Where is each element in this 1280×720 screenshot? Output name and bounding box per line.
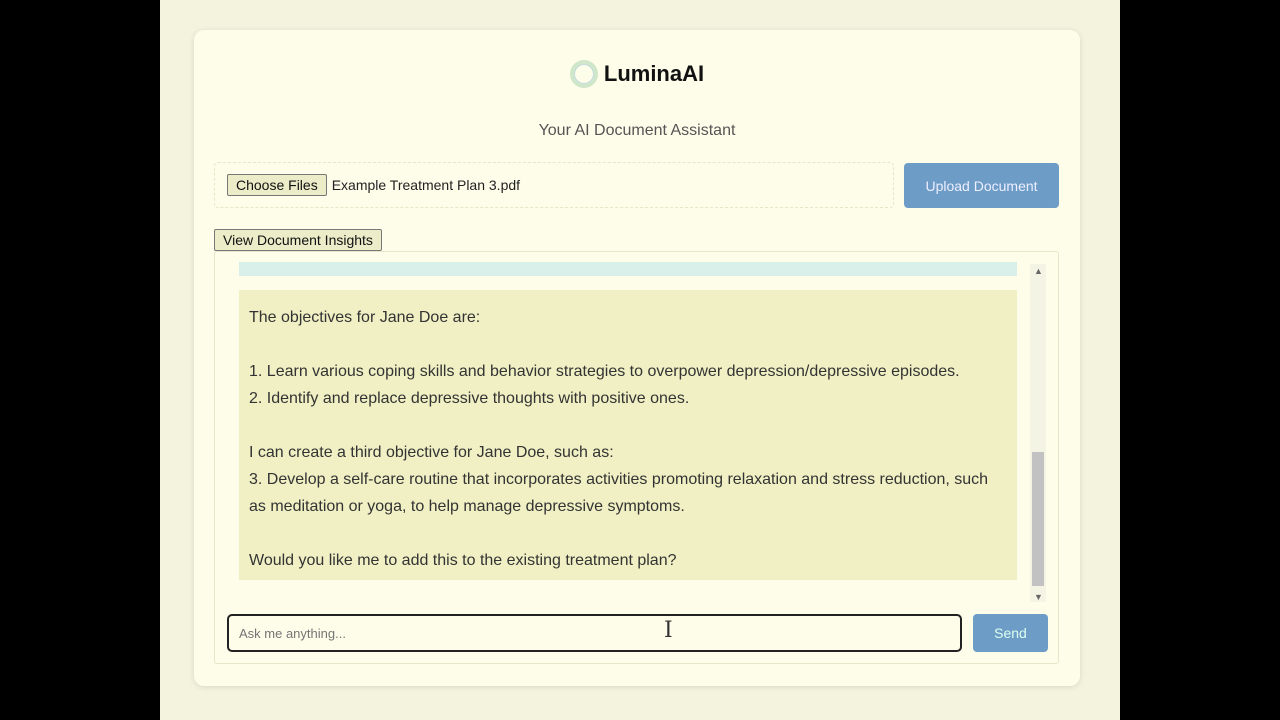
upload-document-button[interactable]: Upload Document	[904, 163, 1059, 208]
logo: LuminaAI	[194, 60, 1080, 88]
scroll-up-arrow-icon[interactable]: ▲	[1034, 266, 1043, 276]
choose-files-button[interactable]: Choose Files	[227, 174, 327, 196]
chat-scrollbar[interactable]: ▲ ▼	[1030, 264, 1046, 602]
message-list: The objectives for Jane Doe are: 1. Lear…	[225, 262, 1030, 602]
chat-panel: The objectives for Jane Doe are: 1. Lear…	[214, 251, 1059, 664]
previous-message	[239, 262, 1017, 276]
chat-input[interactable]	[227, 614, 962, 652]
assistant-message: The objectives for Jane Doe are: 1. Lear…	[239, 290, 1017, 580]
scroll-down-arrow-icon[interactable]: ▼	[1034, 592, 1043, 602]
view-document-insights-button[interactable]: View Document Insights	[214, 229, 382, 251]
file-input[interactable]: Choose Files Example Treatment Plan 3.pd…	[214, 162, 894, 208]
subtitle: Your AI Document Assistant	[538, 122, 736, 139]
app-name: LuminaAI	[603, 61, 705, 86]
text-cursor-icon: I	[664, 618, 673, 643]
page-background: LuminaAI Your AI Document Assistant Choo…	[160, 0, 1120, 720]
main-card: LuminaAI Your AI Document Assistant Choo…	[194, 30, 1080, 686]
logo-ring-icon	[569, 60, 598, 88]
selected-file-name: Example Treatment Plan 3.pdf	[331, 177, 521, 193]
scrollbar-thumb[interactable]	[1032, 452, 1044, 586]
send-button[interactable]: Send	[973, 614, 1048, 652]
